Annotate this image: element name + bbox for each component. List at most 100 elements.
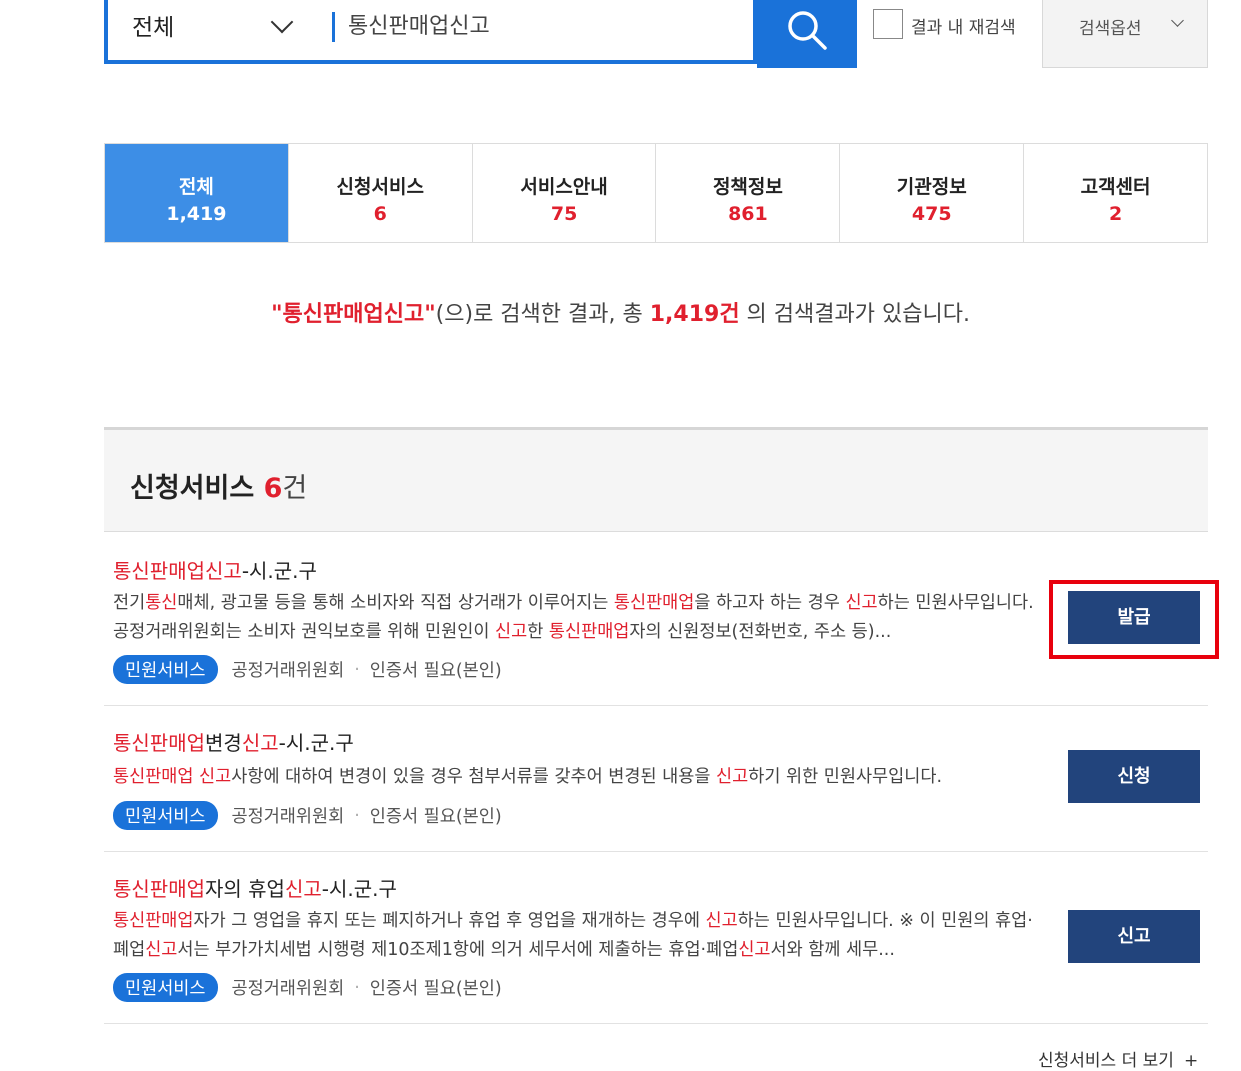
title-part: 통신판매업: [113, 731, 205, 755]
tab-count: 75: [550, 203, 578, 225]
desc-part: 신고: [145, 940, 178, 960]
title-part: 통신판매업: [113, 877, 205, 901]
result-meta: 민원서비스 공정거래위원회 · 인증서 필요(본인): [113, 973, 502, 1002]
desc-part: 통신판매업: [113, 911, 194, 931]
search-options-button[interactable]: 검색옵션: [1042, 0, 1208, 68]
desc-part: 자가 그 영업을 휴지 또는 폐지하거나 휴업 후 영업을 재개하는 경우에: [193, 911, 706, 931]
desc-part: 하기 위한 민원사무입니다.: [748, 767, 943, 787]
result-summary: "통신판매업신고"(으)로 검색한 결과, 총 1,419건 의 검색결과가 있…: [0, 296, 1241, 328]
tab-6[interactable]: 고객센터 2: [1023, 144, 1207, 242]
agency: 공정거래위원회: [231, 807, 345, 827]
title-part: -시.군.구: [278, 731, 354, 755]
cert-requirement: 인증서 필요(본인): [369, 661, 502, 681]
desc-part: 신고: [845, 593, 878, 613]
tab-count: 861: [728, 203, 768, 225]
summary-keyword: "통신판매업신고": [271, 302, 436, 327]
result-item: 통신판매업자의 휴업신고-시.군.구 통신판매업자가 그 영업을 휴지 또는 폐지…: [104, 852, 1208, 1024]
result-description: 전기통신매체, 광고물 등을 통해 소비자와 직접 상거래가 이루어지는 통신판…: [113, 589, 1038, 647]
title-part: -시.군.구: [241, 559, 317, 583]
desc-part: 매체, 광고물 등을 통해 소비자와 직접 상거래가 이루어지는: [177, 593, 614, 613]
chevron-down-icon: [1171, 14, 1184, 27]
result-item: 통신판매업신고-시.군.구 전기통신매체, 광고물 등을 통해 소비자와 직접 상…: [104, 532, 1208, 706]
desc-part: 신고: [716, 767, 749, 787]
search-scope-select[interactable]: 전체: [132, 8, 174, 42]
desc-part: 통신판매업 신고: [113, 767, 232, 787]
tab-label: 고객센터: [1080, 176, 1151, 198]
summary-count: 1,419건: [649, 302, 740, 327]
summary-end: 의 검색결과가 있습니다.: [739, 302, 970, 327]
separator-dot: ·: [354, 659, 360, 680]
search-input[interactable]: 통신판매업신고: [348, 8, 490, 40]
chevron-down-icon[interactable]: [270, 10, 294, 34]
tab-label: 정책정보: [712, 176, 783, 198]
section-unit: 건: [282, 473, 308, 504]
desc-part: 통신판매업: [613, 593, 695, 613]
tab-count: 6: [373, 203, 387, 225]
desc-part: 서는 부가가치세법 시행령 제10조제1항에 의거 세무서에 제출하는 휴업·폐…: [177, 940, 739, 960]
search-box: 전체 통신판매업신고: [104, 0, 757, 64]
service-tag[interactable]: 민원서비스: [113, 973, 218, 1002]
action-button[interactable]: 신청: [1068, 750, 1200, 803]
category-tabs: 전체 1,419 신청서비스 6 서비스안내 75 정책정보 861 기관정보 475 고객센터 2: [104, 143, 1208, 243]
result-description: 통신판매업 신고사항에 대하여 변경이 있을 경우 첨부서류를 갖추어 변경된 …: [113, 763, 1038, 792]
more-link-label: 신청서비스 더 보기: [1038, 1051, 1174, 1071]
tab-label: 전체: [178, 176, 214, 198]
title-part: -시.군.구: [321, 877, 397, 901]
result-title-link[interactable]: 통신판매업신고-시.군.구: [113, 555, 317, 584]
tab-2[interactable]: 신청서비스 6: [287, 144, 472, 242]
tab-count: 2: [1108, 203, 1123, 225]
separator-dot: ·: [354, 977, 360, 998]
section-count: 6: [263, 473, 283, 504]
desc-part: 전기: [113, 593, 146, 613]
result-description: 통신판매업자가 그 영업을 휴지 또는 폐지하거나 휴업 후 영업을 재개하는 …: [113, 907, 1038, 965]
rescan-checkbox[interactable]: [873, 9, 903, 39]
search-cursor: [332, 12, 335, 42]
result-meta: 민원서비스 공정거래위원회 · 인증서 필요(본인): [113, 655, 502, 684]
separator-dot: ·: [354, 805, 360, 826]
result-meta: 민원서비스 공정거래위원회 · 인증서 필요(본인): [113, 801, 502, 830]
tab-5[interactable]: 기관정보 475: [839, 144, 1023, 242]
result-title-link[interactable]: 통신판매업변경신고-시.군.구: [113, 727, 354, 756]
desc-part: 신고: [738, 940, 771, 960]
desc-part: 통신판매업: [548, 622, 630, 642]
desc-part: 서와 함께 세무...: [770, 940, 895, 960]
tab-4[interactable]: 정책정보 861: [655, 144, 839, 242]
search-button[interactable]: [757, 0, 857, 68]
desc-part: 자의 신원정보(전화번호, 주소 등)...: [629, 622, 892, 642]
tab-1[interactable]: 전체 1,419: [105, 144, 288, 242]
section-title-text: 신청서비스: [130, 473, 255, 504]
search-options-label: 검색옵션: [1079, 19, 1142, 39]
plus-icon: +: [1183, 1051, 1199, 1071]
desc-part: 을 하고자 하는 경우: [694, 593, 846, 613]
result-title-link[interactable]: 통신판매업자의 휴업신고-시.군.구: [113, 873, 397, 902]
agency: 공정거래위원회: [231, 979, 345, 999]
tab-label: 서비스안내: [520, 176, 608, 198]
more-link[interactable]: 신청서비스 더 보기 +: [1038, 1046, 1198, 1071]
desc-part: 신고: [495, 622, 528, 642]
service-tag[interactable]: 민원서비스: [113, 801, 218, 830]
highlight-box: [1049, 580, 1219, 659]
tab-label: 기관정보: [896, 176, 967, 198]
title-part: 통신판매업신고: [113, 559, 242, 583]
title-part: 신고: [284, 877, 322, 901]
title-part: 자의 휴업: [205, 877, 285, 901]
desc-part: 통신: [145, 593, 178, 613]
rescan-label: 결과 내 재검색: [911, 18, 1016, 38]
summary-middle: (으)로 검색한 결과, 총: [435, 302, 650, 327]
section-title: 신청서비스 6건: [130, 466, 307, 505]
cert-requirement: 인증서 필요(본인): [369, 807, 502, 827]
desc-part: 한: [527, 622, 549, 642]
tab-3[interactable]: 서비스안내 75: [471, 144, 656, 242]
result-item: 통신판매업변경신고-시.군.구 통신판매업 신고사항에 대하여 변경이 있을 경우…: [104, 706, 1208, 852]
tab-label: 신청서비스: [336, 176, 424, 198]
action-button[interactable]: 신고: [1068, 910, 1200, 963]
cert-requirement: 인증서 필요(본인): [369, 979, 502, 999]
search-icon: [788, 11, 827, 50]
title-part: 신고: [241, 731, 279, 755]
tab-count: 475: [911, 203, 952, 225]
service-tag[interactable]: 민원서비스: [113, 655, 218, 684]
desc-part: 사항에 대하여 변경이 있을 경우 첨부서류를 갖추어 변경된 내용을: [231, 767, 717, 787]
title-part: 변경: [205, 731, 242, 755]
agency: 공정거래위원회: [231, 661, 345, 681]
section-header: 신청서비스 6건: [104, 427, 1208, 532]
